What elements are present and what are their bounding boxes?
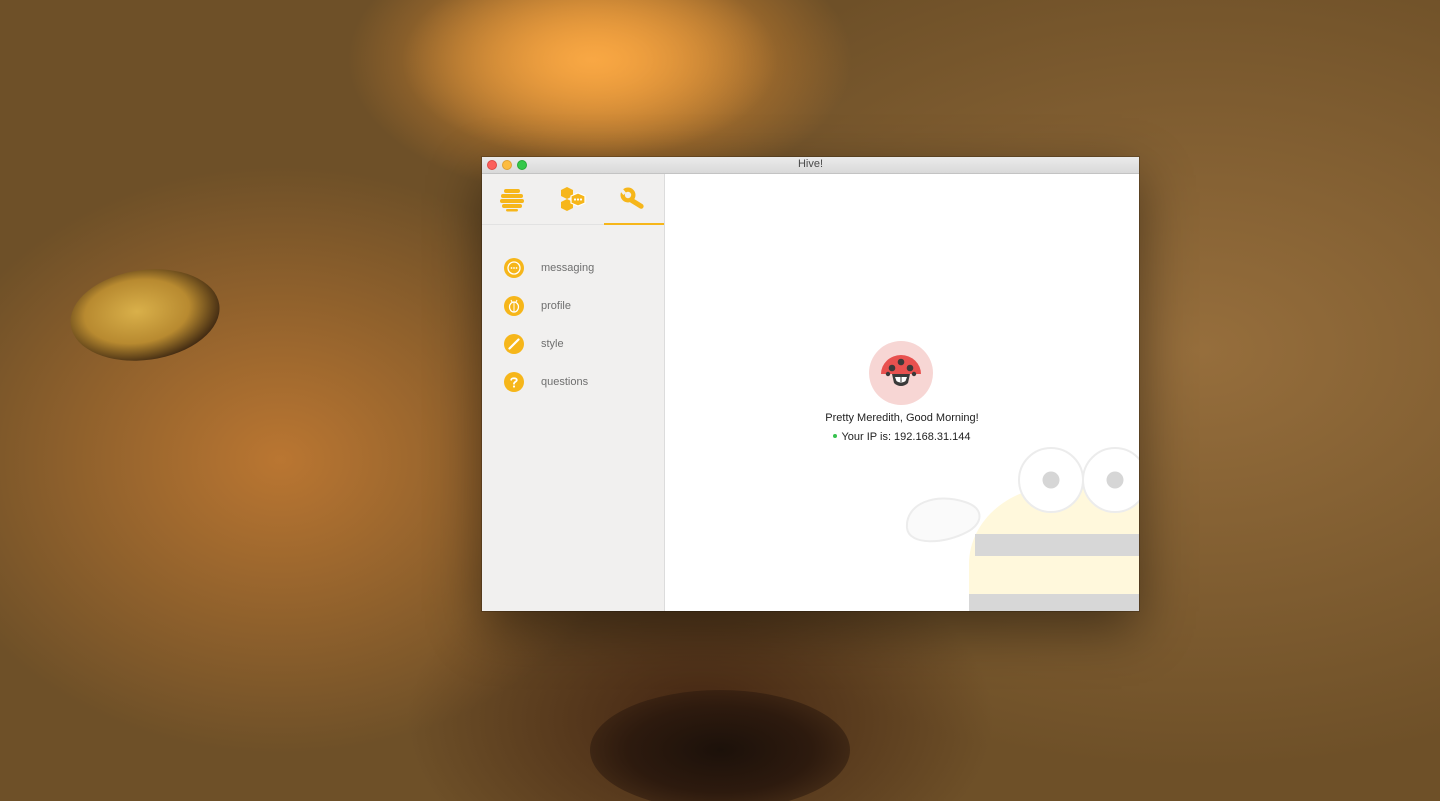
menu-item-label: questions — [541, 376, 589, 388]
bug-icon — [504, 296, 524, 316]
tab-settings[interactable] — [604, 174, 664, 225]
bee-mascot-illustration — [905, 447, 1139, 611]
sidebar-tabbar — [482, 174, 664, 225]
question-icon — [504, 372, 524, 392]
cells-chat-icon — [561, 187, 586, 211]
menu-item-questions[interactable]: questions — [504, 363, 594, 401]
menu-item-profile[interactable]: profile — [504, 287, 594, 325]
tab-hive[interactable] — [482, 174, 542, 224]
sidebar: messaging profile style questions — [482, 174, 665, 611]
wrench-icon — [620, 187, 644, 209]
wallpaper-lion-eye — [64, 259, 226, 371]
menu-item-style[interactable]: style — [504, 325, 594, 363]
menu-item-label: style — [541, 338, 564, 350]
greeting-text: Pretty Meredith, Good Morning! — [825, 412, 979, 424]
title-bar[interactable]: Hive! — [482, 157, 1139, 174]
main-panel: Pretty Meredith, Good Morning! Your IP i… — [665, 174, 1139, 611]
menu-item-label: messaging — [541, 262, 595, 274]
online-status-dot — [833, 434, 838, 439]
menu-item-label: profile — [541, 300, 571, 312]
hive-icon — [500, 189, 524, 212]
ip-address-line: Your IP is: 192.168.31.144 — [665, 431, 1139, 443]
tab-messages[interactable] — [543, 174, 603, 224]
ladybug-icon — [881, 355, 921, 386]
pencil-icon — [504, 334, 524, 354]
settings-menu: messaging profile style questions — [504, 249, 594, 401]
ip-address-text: Your IP is: 192.168.31.144 — [841, 431, 971, 443]
window-title: Hive! — [797, 158, 824, 170]
ellipsis-icon — [504, 258, 524, 278]
wallpaper-mane — [400, 0, 780, 160]
wallpaper-lion-nose — [590, 690, 850, 801]
app-window: Hive! messaging profile style questions … — [482, 157, 1139, 611]
avatar[interactable] — [869, 341, 933, 405]
menu-item-messaging[interactable]: messaging — [504, 249, 594, 287]
